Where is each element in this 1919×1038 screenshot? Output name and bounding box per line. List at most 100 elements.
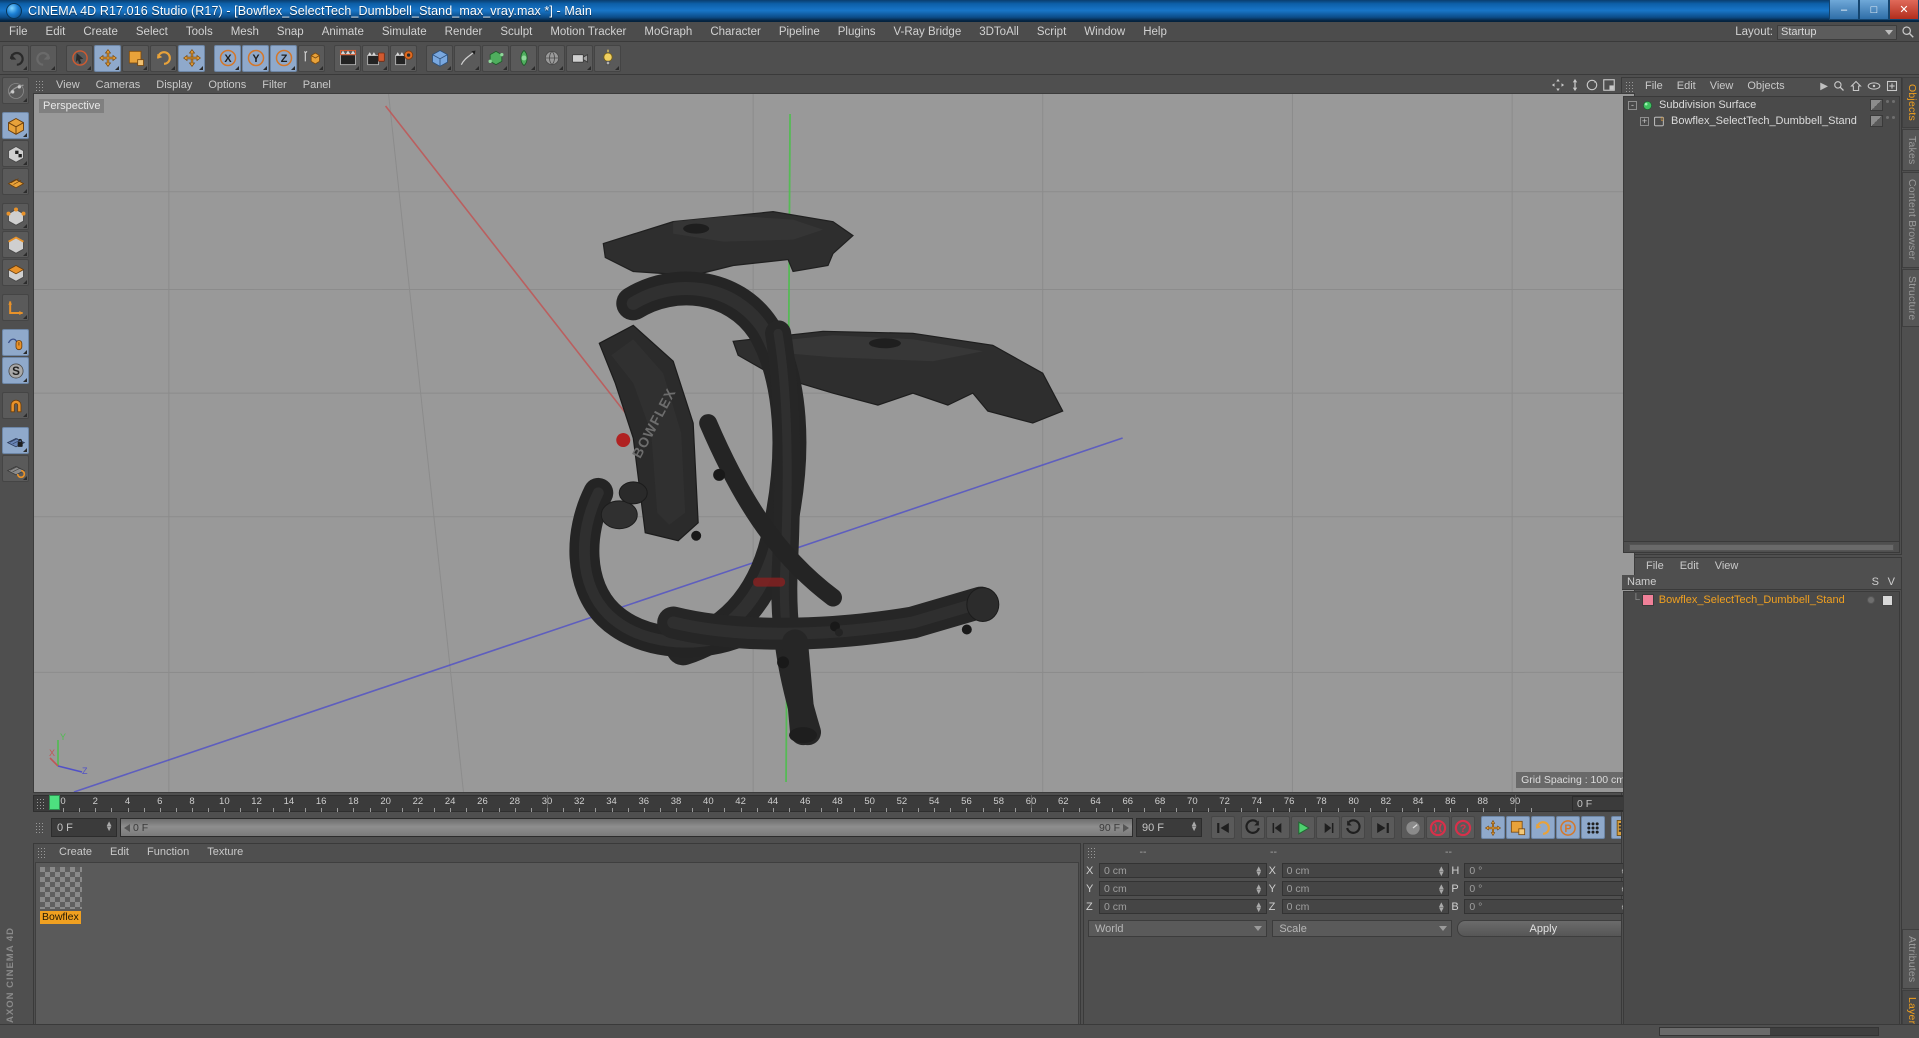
x-axis-icon[interactable]: X: [214, 44, 241, 72]
material-menu-function[interactable]: Function: [138, 844, 198, 861]
viewport-menu-options[interactable]: Options: [200, 77, 254, 93]
object-manager-grip-icon[interactable]: [1625, 81, 1634, 92]
minimize-button[interactable]: –: [1829, 0, 1859, 20]
material-manager-body[interactable]: Bowflex: [35, 862, 1079, 1036]
spinner-icon[interactable]: ▲▼: [1437, 865, 1445, 878]
polygons-mode-icon[interactable]: [2, 259, 29, 286]
coord-pos-input[interactable]: 0 cm ▲ ▼: [1099, 899, 1267, 914]
spinner-icon[interactable]: ▲▼: [1437, 901, 1445, 914]
light-icon[interactable]: [594, 44, 621, 72]
new-layer-icon[interactable]: [1886, 80, 1898, 92]
list-item[interactable]: └ Bowflex_SelectTech_Dumbbell_Stand: [1624, 592, 1899, 608]
end-frame-field[interactable]: 90 F ▲ ▼: [1136, 818, 1202, 837]
live-selection-icon[interactable]: [66, 44, 93, 72]
status-scrollbar[interactable]: [1659, 1027, 1879, 1036]
viewport-solo-icon[interactable]: [2, 329, 29, 356]
solo-toggle-icon[interactable]: [1867, 596, 1875, 604]
menu-item-snap[interactable]: Snap: [268, 22, 313, 42]
viewport-menu-display[interactable]: Display: [148, 77, 200, 93]
menu-item-pipeline[interactable]: Pipeline: [770, 22, 829, 42]
play-icon[interactable]: [1291, 816, 1315, 839]
coordinate-system-dropdown[interactable]: World: [1088, 920, 1268, 937]
next-key-icon[interactable]: [1341, 816, 1365, 839]
maximize-button[interactable]: □: [1859, 0, 1889, 20]
menu-item-select[interactable]: Select: [127, 22, 177, 42]
scale-icon[interactable]: [122, 44, 149, 72]
timeline-grip-icon[interactable]: [36, 798, 45, 809]
render-settings-icon[interactable]: [390, 44, 417, 72]
menu-item-mesh[interactable]: Mesh: [222, 22, 268, 42]
spinner-icon[interactable]: ▲▼: [105, 820, 113, 833]
viewport-menu-filter[interactable]: Filter: [254, 77, 294, 93]
coord-rot-input[interactable]: 0 °▲▼: [1464, 881, 1633, 896]
eye-icon[interactable]: [1867, 80, 1881, 92]
menu-item-tools[interactable]: Tools: [177, 22, 222, 42]
object-axis-icon[interactable]: [2, 294, 29, 321]
edges-mode-icon[interactable]: [2, 231, 29, 258]
current-frame-field[interactable]: 0 F ▲ ▼: [51, 818, 117, 837]
object-menu-view[interactable]: View: [1703, 78, 1741, 95]
coord-rot-input[interactable]: 0 °▲▼: [1464, 863, 1633, 878]
tree-expander-icon[interactable]: +: [1640, 116, 1649, 126]
coordinates-grip-icon[interactable]: [1087, 846, 1096, 858]
snap-magnet-icon[interactable]: [2, 392, 29, 419]
spinner-icon[interactable]: ▲▼: [1255, 883, 1263, 896]
spline-pen-icon[interactable]: [454, 44, 481, 72]
menu-item-script[interactable]: Script: [1028, 22, 1075, 42]
previous-key-icon[interactable]: [1241, 816, 1265, 839]
timeline-ruler[interactable]: 0246810121416182022242628303234363840424…: [49, 795, 1570, 812]
tab-takes[interactable]: Takes: [1902, 129, 1919, 172]
visibility-dots[interactable]: [1886, 116, 1895, 119]
rotate-icon[interactable]: [150, 44, 177, 72]
object-tag-icon[interactable]: [1870, 99, 1883, 111]
menu-item-edit[interactable]: Edit: [37, 22, 75, 42]
material-grip-icon[interactable]: [37, 847, 46, 858]
timeline-ruler-bar[interactable]: 0246810121416182022242628303234363840424…: [33, 795, 1635, 812]
menu-item-plugins[interactable]: Plugins: [829, 22, 885, 42]
material-list-menu-edit[interactable]: Edit: [1672, 558, 1707, 575]
autokey-icon[interactable]: ?: [1451, 816, 1475, 839]
coordinate-mode-dropdown[interactable]: Scale: [1272, 920, 1452, 937]
material-list-menu-view[interactable]: View: [1707, 558, 1747, 575]
playbar-grip-icon[interactable]: [35, 822, 44, 833]
object-tree-row[interactable]: - Subdivision Surface: [1624, 97, 1899, 113]
key-pla-icon[interactable]: [1581, 816, 1605, 839]
model-mode-icon[interactable]: [2, 112, 29, 139]
make-editable-icon[interactable]: [2, 77, 29, 104]
move-axis-icon[interactable]: [178, 44, 205, 72]
step-forward-icon[interactable]: [1316, 816, 1340, 839]
spinner-icon[interactable]: ▲▼: [1255, 865, 1263, 878]
viewport-menu-cameras[interactable]: Cameras: [88, 77, 149, 93]
points-mode-icon[interactable]: [2, 203, 29, 230]
visibility-toggle-icon[interactable]: [1882, 594, 1893, 606]
tab-objects[interactable]: Objects: [1902, 77, 1919, 128]
key-rotation-icon[interactable]: [1531, 816, 1555, 839]
object-tree-row[interactable]: +0 Bowflex_SelectTech_Dumbbell_Stand: [1624, 113, 1899, 129]
undo-icon[interactable]: [2, 44, 29, 72]
render-view-icon[interactable]: [334, 44, 361, 72]
redo-icon[interactable]: [30, 44, 57, 72]
material-menu-edit[interactable]: Edit: [101, 844, 138, 861]
menu-item-create[interactable]: Create: [74, 22, 127, 42]
workplane-mode-icon[interactable]: [2, 168, 29, 195]
workplane-lock-icon[interactable]: [2, 427, 29, 454]
spinner-icon[interactable]: ▲▼: [1190, 820, 1198, 833]
range-start-handle-icon[interactable]: [124, 823, 130, 832]
maximize-viewport-icon[interactable]: [1602, 78, 1616, 92]
object-menu-file[interactable]: File: [1638, 78, 1670, 95]
key-parameter-icon[interactable]: P: [1556, 816, 1580, 839]
viewport-menu-panel[interactable]: Panel: [295, 77, 339, 93]
coord-pos-input[interactable]: 0 cm ▲ ▼: [1099, 863, 1267, 878]
object-manager-tree[interactable]: - Subdivision Surface +0 Bowflex_SelectTech…: [1623, 96, 1900, 553]
dolly-icon[interactable]: [1568, 78, 1582, 92]
coord-size-input[interactable]: 0 cm ▲ ▼: [1281, 863, 1450, 878]
soft-selection-icon[interactable]: S: [2, 357, 29, 384]
timeline-playhead[interactable]: [49, 795, 60, 810]
layout-switcher[interactable]: Layout: Startup: [1735, 22, 1915, 42]
key-position-icon[interactable]: [1481, 816, 1505, 839]
coord-pos-input[interactable]: 0 cm ▲ ▼: [1099, 881, 1267, 896]
cube-primitive-icon[interactable]: [426, 44, 453, 72]
coord-rot-input[interactable]: 0 °▲▼: [1464, 899, 1633, 914]
coord-size-input[interactable]: 0 cm ▲ ▼: [1281, 881, 1450, 896]
object-menu-edit[interactable]: Edit: [1670, 78, 1703, 95]
